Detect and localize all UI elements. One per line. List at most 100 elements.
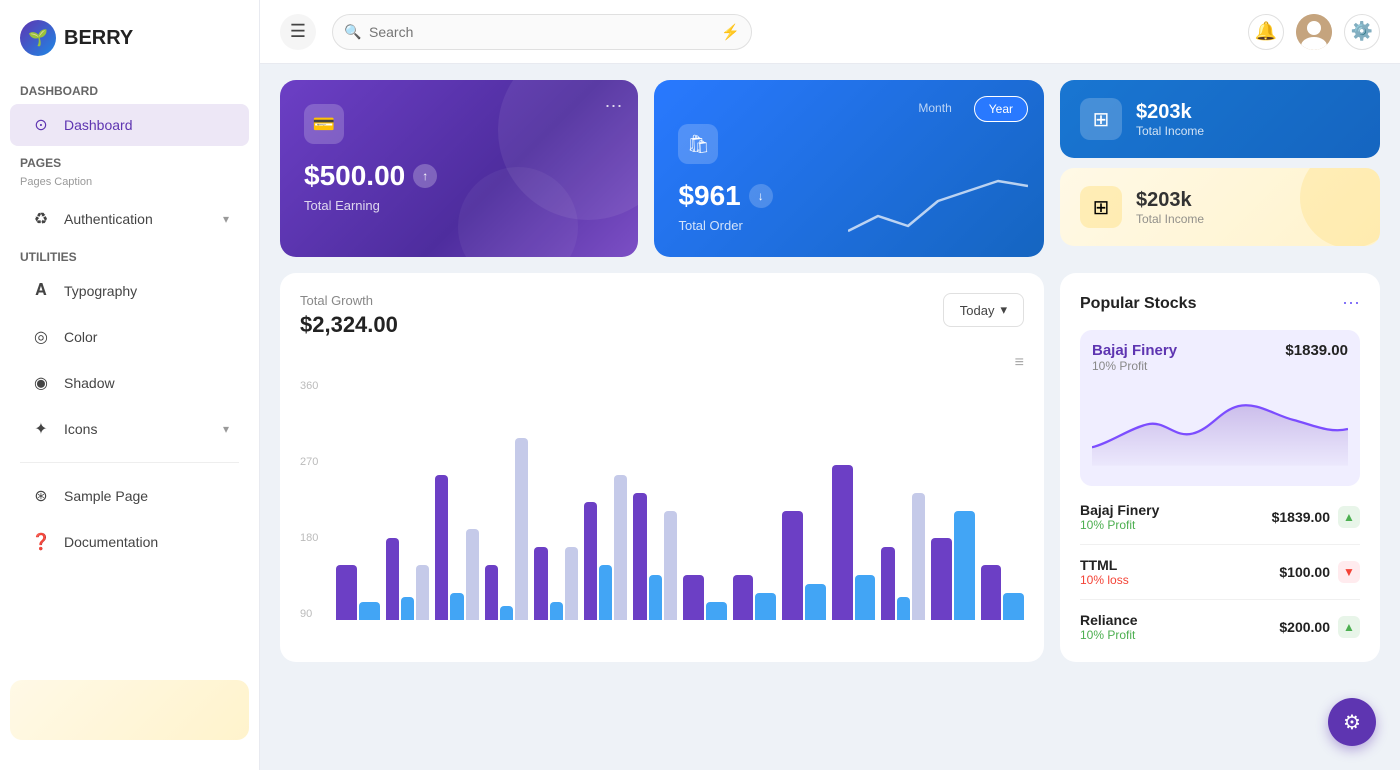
stock-item: Bajaj Finery 10% Profit $1839.00 ▲: [1080, 502, 1360, 545]
sidebar-item-color[interactable]: ◎ Color: [10, 316, 249, 358]
stocks-card: Popular Stocks ⋯ Bajaj Finery 10% Profit…: [1060, 273, 1380, 662]
fab-settings-button[interactable]: ⚙: [1328, 698, 1376, 746]
stock-item-right: $200.00 ▲: [1279, 616, 1360, 638]
stock-list: Bajaj Finery 10% Profit $1839.00 ▲ TTML …: [1080, 502, 1360, 642]
search-bar: 🔍 ⚡: [332, 14, 752, 50]
bar-blue: [897, 597, 910, 620]
bar-group: [435, 475, 479, 620]
down-arrow-icon: ▼: [1338, 561, 1360, 583]
stock-item-left: TTML 10% loss: [1080, 557, 1129, 587]
bar-blue: [550, 602, 563, 620]
earning-arrow-icon: ↑: [413, 164, 437, 188]
up-arrow-icon: ▲: [1338, 616, 1360, 638]
tab-month[interactable]: Month: [904, 96, 965, 122]
section-utilities-label: Utilities: [0, 242, 259, 268]
bar-light: [664, 511, 677, 620]
sidebar-item-authentication[interactable]: ♻ Authentication ▾: [10, 198, 249, 240]
sidebar-item-shadow[interactable]: ◉ Shadow: [10, 362, 249, 404]
settings-button[interactable]: ⚙️: [1344, 14, 1380, 50]
sidebar-item-sample-page[interactable]: ⊛ Sample Page: [10, 475, 249, 517]
income-card-yellow: ⊞ $203k Total Income: [1060, 168, 1380, 246]
bar-group: [782, 511, 826, 620]
income-yellow-info: $203k Total Income: [1136, 189, 1204, 226]
bar-purple: [832, 465, 853, 620]
search-icon: 🔍: [344, 23, 361, 40]
earning-amount: $500.00 ↑: [304, 160, 614, 192]
bar-purple: [485, 565, 498, 620]
featured-stock-header: Bajaj Finery 10% Profit $1839.00: [1092, 342, 1348, 381]
chart-card: Total Growth $2,324.00 Today ▾ ≡ 360 270…: [280, 273, 1044, 662]
bar-purple: [534, 547, 547, 620]
bar-purple: [435, 475, 448, 620]
sidebar-item-dashboard[interactable]: ⊙ Dashboard: [10, 104, 249, 146]
bar-purple: [931, 538, 952, 620]
bar-group: [931, 511, 975, 620]
bar-group: [881, 493, 925, 620]
header: ☰ 🔍 ⚡ 🔔 ⚙️: [260, 0, 1400, 64]
bar-light: [565, 547, 578, 620]
bar-purple: [336, 565, 357, 620]
dashboard-icon: ⊙: [30, 114, 52, 136]
earning-more-button[interactable]: ⋯: [604, 96, 622, 117]
sidebar-item-icons[interactable]: ✦ Icons ▾: [10, 408, 249, 450]
tab-year[interactable]: Year: [974, 96, 1028, 122]
logo-icon: 🌱: [20, 20, 56, 56]
bar-purple: [386, 538, 399, 620]
bar-group: [733, 575, 777, 620]
chart-area: 360 270 180 90: [300, 380, 1024, 640]
search-input[interactable]: [332, 14, 752, 50]
bar-blue: [855, 575, 876, 620]
earning-icon: 💳: [304, 104, 344, 144]
icons-icon: ✦: [30, 418, 52, 440]
stock-item-right: $1839.00 ▲: [1272, 506, 1360, 528]
bar-blue: [359, 602, 380, 620]
bar-light: [416, 565, 429, 620]
app-name: BERRY: [64, 27, 133, 50]
bar-blue: [805, 584, 826, 620]
bar-purple: [733, 575, 754, 620]
sample-page-icon: ⊛: [30, 485, 52, 507]
bar-group: [336, 565, 380, 620]
bar-blue: [649, 575, 662, 620]
income-yellow-icon: ⊞: [1080, 186, 1122, 228]
stocks-title: Popular Stocks: [1080, 295, 1196, 313]
header-right: 🔔 ⚙️: [1248, 14, 1380, 50]
sidebar-item-typography[interactable]: 𝐀 Typography: [10, 270, 249, 312]
featured-stock-price: $1839.00: [1285, 342, 1348, 359]
featured-stock-chart: Bajaj Finery 10% Profit $1839.00: [1080, 330, 1360, 486]
bar-purple: [981, 565, 1002, 620]
chevron-down-icon: ▾: [1000, 302, 1007, 318]
stock-item-left: Reliance 10% Profit: [1080, 612, 1138, 642]
today-button[interactable]: Today ▾: [943, 293, 1024, 327]
main-area: ☰ 🔍 ⚡ 🔔 ⚙️ 💳 ⋯ $500.00 ↑: [260, 0, 1400, 770]
typography-icon: 𝐀: [30, 280, 52, 302]
stock-item-right: $100.00 ▼: [1279, 561, 1360, 583]
sidebar: 🌱 BERRY Dashboard ⊙ Dashboard Pages Page…: [0, 0, 260, 770]
section-pages-caption: Pages Caption: [0, 174, 259, 196]
filter-icon[interactable]: ⚡: [721, 23, 740, 41]
bar-purple: [683, 575, 704, 620]
bar-light: [614, 475, 627, 620]
menu-button[interactable]: ☰: [280, 14, 316, 50]
bar-blue: [954, 511, 975, 620]
sidebar-item-documentation[interactable]: ❓ Documentation: [10, 521, 249, 563]
avatar[interactable]: [1296, 14, 1332, 50]
income-card-blue: ⊞ $203k Total Income: [1060, 80, 1380, 158]
bottom-row: Total Growth $2,324.00 Today ▾ ≡ 360 270…: [280, 273, 1380, 662]
app-logo: 🌱 BERRY: [0, 20, 259, 76]
bar-blue: [599, 565, 612, 620]
content: 💳 ⋯ $500.00 ↑ Total Earning Month Year 🛍…: [260, 64, 1400, 770]
bar-group: [386, 538, 430, 620]
chart-label: Total Growth: [300, 293, 398, 308]
earning-label: Total Earning: [304, 198, 614, 213]
bar-blue: [500, 606, 513, 620]
featured-stock-name: Bajaj Finery 10% Profit: [1092, 342, 1177, 381]
bar-group: [534, 547, 578, 620]
bar-purple: [881, 547, 894, 620]
order-card: Month Year 🛍 $961 ↓ Total Order: [654, 80, 1044, 257]
chart-menu-icon[interactable]: ≡: [300, 354, 1024, 372]
stocks-more-button[interactable]: ⋯: [1342, 293, 1360, 314]
notification-button[interactable]: 🔔: [1248, 14, 1284, 50]
chart-amount: $2,324.00: [300, 312, 398, 338]
bar-group: [584, 475, 628, 620]
